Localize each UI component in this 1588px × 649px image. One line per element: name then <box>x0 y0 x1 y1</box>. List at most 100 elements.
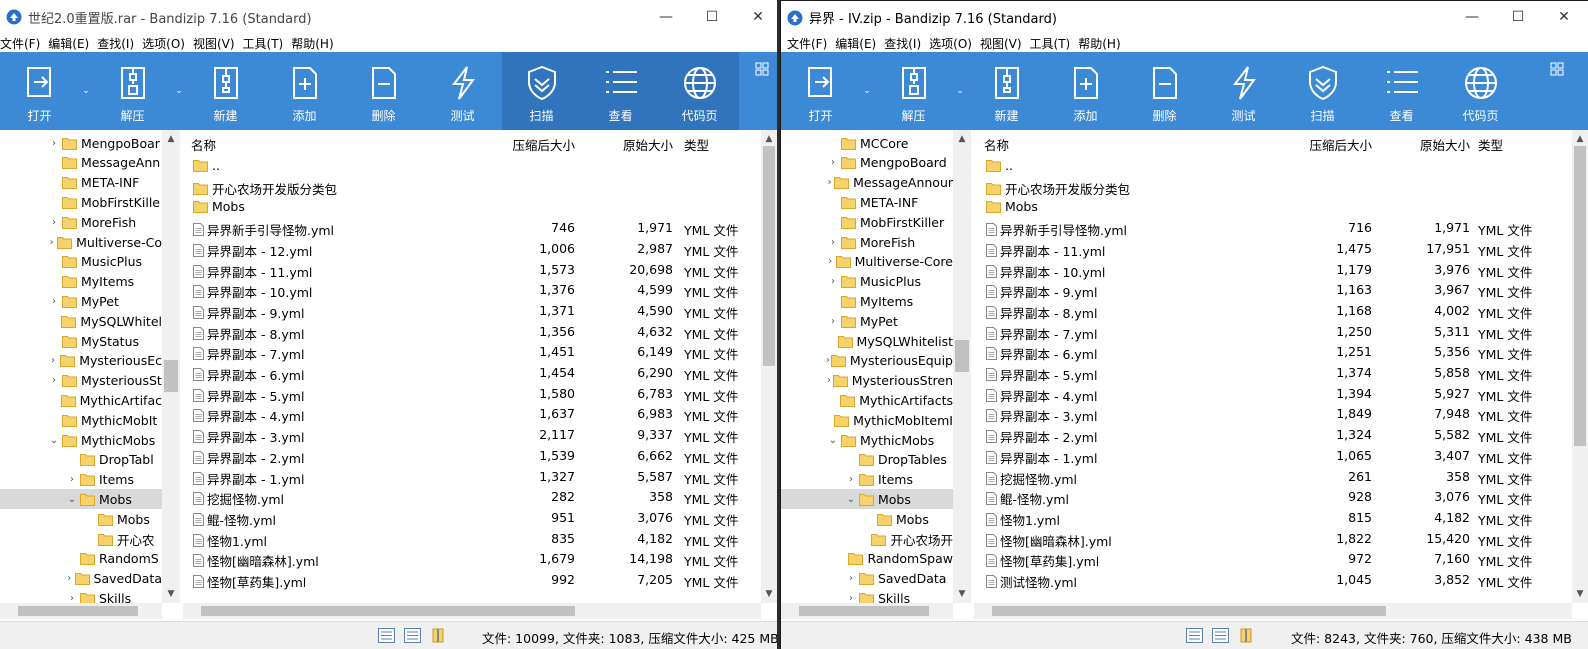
folder-row[interactable]: 开心农场开发版分类包 <box>183 177 777 198</box>
list-horizontal-scrollbar[interactable] <box>183 603 761 619</box>
scroll-up-icon[interactable]: ▲ <box>162 132 180 146</box>
tree-item[interactable]: 开心农场开 <box>781 529 953 549</box>
file-row[interactable]: 怪物1.yml 815 4,182 YML 文件 <box>974 508 1588 529</box>
toolbar-button-extract[interactable]: 解压 <box>874 52 953 130</box>
file-row[interactable]: 异界副本 - 12.yml 1,006 2,987 YML 文件 <box>183 239 777 260</box>
close-icon[interactable]: ✕ <box>735 0 777 34</box>
column-type-header[interactable]: 类型 <box>684 135 709 154</box>
scroll-thumb[interactable] <box>164 360 178 392</box>
tree-item[interactable]: MessageAnn <box>0 153 162 173</box>
file-row[interactable]: 异界副本 - 8.yml 1,168 4,002 YML 文件 <box>974 301 1588 322</box>
file-row[interactable]: 怪物[草药集].yml 992 7,205 YML 文件 <box>183 570 777 591</box>
tree-item[interactable]: MobFirstKille <box>0 192 162 212</box>
tree-item[interactable]: › MyPet <box>781 311 953 331</box>
chevron-right-icon[interactable]: › <box>825 157 841 168</box>
file-row[interactable]: 异界副本 - 1.yml 1,065 3,407 YML 文件 <box>974 446 1588 467</box>
file-row[interactable]: 异界副本 - 1.yml 1,327 5,587 YML 文件 <box>183 467 777 488</box>
column-type-header[interactable]: 类型 <box>1478 135 1503 154</box>
chevron-right-icon[interactable]: › <box>825 316 841 327</box>
file-row[interactable]: 怪物[幽暗森林].yml 1,822 15,420 YML 文件 <box>974 529 1588 550</box>
chevron-right-icon[interactable]: › <box>825 276 841 287</box>
tree-item[interactable]: DropTables <box>781 450 953 470</box>
toolbar-button-codepage-globe[interactable]: 代码页 <box>660 52 739 130</box>
file-row[interactable]: 异界副本 - 9.yml 1,371 4,590 YML 文件 <box>183 301 777 322</box>
toolbar-button-new-archive[interactable]: 新建 <box>967 52 1046 130</box>
file-row[interactable]: 异界副本 - 6.yml 1,454 6,290 YML 文件 <box>183 363 777 384</box>
maximize-icon[interactable]: ☐ <box>1495 0 1541 34</box>
chevron-right-icon[interactable]: › <box>64 474 80 485</box>
file-row[interactable]: 测试怪物.yml 1,045 3,852 YML 文件 <box>974 570 1588 591</box>
tree-item[interactable]: MyStatus <box>0 331 162 351</box>
file-row[interactable]: 异界副本 - 3.yml 1,849 7,948 YML 文件 <box>974 404 1588 425</box>
chevron-right-icon[interactable]: › <box>825 177 834 188</box>
file-row[interactable]: 异界副本 - 5.yml 1,374 5,858 YML 文件 <box>974 363 1588 384</box>
file-row[interactable]: 异界副本 - 11.yml 1,573 20,698 YML 文件 <box>183 260 777 281</box>
file-row[interactable]: 异界副本 - 8.yml 1,356 4,632 YML 文件 <box>183 322 777 343</box>
chevron-down-icon[interactable]: ⌄ <box>843 494 859 505</box>
scroll-down-icon[interactable]: ▼ <box>1572 587 1588 601</box>
chevron-right-icon[interactable]: › <box>825 256 836 267</box>
maximize-icon[interactable]: ☐ <box>689 0 735 34</box>
tree-item[interactable]: › Multiverse-Co <box>0 232 162 252</box>
tree-item[interactable]: › Multiverse-Core <box>781 252 953 272</box>
tree-item[interactable]: › MengpoBoard <box>781 153 953 173</box>
file-row[interactable]: 异界副本 - 4.yml 1,637 6,983 YML 文件 <box>183 404 777 425</box>
toolbar-button-add-file[interactable]: 添加 <box>1046 52 1125 130</box>
tree-item[interactable]: MCCore <box>781 133 953 153</box>
toolbar-button-view-list[interactable]: 查看 <box>1362 52 1441 130</box>
tree-item[interactable]: Mobs <box>0 509 162 529</box>
chevron-right-icon[interactable]: › <box>46 355 60 366</box>
file-row[interactable]: 异界副本 - 6.yml 1,251 5,356 YML 文件 <box>974 342 1588 363</box>
menu-item[interactable]: 选项(O) <box>142 35 185 52</box>
scroll-thumb[interactable] <box>1574 146 1586 446</box>
tree-item[interactable]: › MysteriousStren <box>781 371 953 391</box>
tree-horizontal-scrollbar[interactable] <box>0 603 162 619</box>
toolbar-button-scan-shield[interactable]: 扫描 <box>502 52 581 130</box>
tree-item[interactable]: › MysteriousSt <box>0 371 162 391</box>
folder-row[interactable]: 开心农场开发版分类包 <box>974 177 1588 198</box>
file-row[interactable]: 异界新手引导怪物.yml 746 1,971 YML 文件 <box>183 218 777 239</box>
file-row[interactable]: 异界副本 - 3.yml 2,117 9,337 YML 文件 <box>183 425 777 446</box>
chevron-right-icon[interactable]: › <box>46 237 57 248</box>
layout-grid-icon[interactable] <box>1550 62 1564 76</box>
file-row[interactable]: 怪物1.yml 835 4,182 YML 文件 <box>183 529 777 550</box>
tree-item[interactable]: DropTabl <box>0 450 162 470</box>
list-vertical-scrollbar[interactable]: ▲ ▼ <box>1572 130 1588 603</box>
file-row[interactable]: 异界副本 - 2.yml 1,324 5,582 YML 文件 <box>974 425 1588 446</box>
file-row[interactable]: 异界副本 - 2.yml 1,539 6,662 YML 文件 <box>183 446 777 467</box>
column-name-header[interactable]: 名称 <box>984 135 1009 154</box>
chevron-down-icon[interactable]: ⌄ <box>825 435 841 446</box>
folder-row[interactable]: Mobs <box>974 197 1588 218</box>
file-row[interactable]: 鲲-怪物.yml 951 3,076 YML 文件 <box>183 508 777 529</box>
tree-item[interactable]: ⌄ MythicMobs <box>0 430 162 450</box>
scroll-thumb[interactable] <box>955 340 969 372</box>
scroll-thumb[interactable] <box>992 606 1386 616</box>
menu-item[interactable]: 工具(T) <box>243 35 284 52</box>
file-row[interactable]: 异界副本 - 4.yml 1,394 5,927 YML 文件 <box>974 384 1588 405</box>
chevron-right-icon[interactable]: › <box>46 217 62 228</box>
tree-item[interactable]: › SavedData <box>0 569 162 589</box>
toolbar-button-delete-file[interactable]: 删除 <box>1125 52 1204 130</box>
chevron-right-icon[interactable]: › <box>46 138 62 149</box>
minimize-icon[interactable]: — <box>643 0 689 34</box>
dropdown-arrow-icon[interactable]: ⌄ <box>172 52 186 130</box>
menu-item[interactable]: 视图(V) <box>193 35 235 52</box>
details-view-icon[interactable] <box>1186 628 1203 643</box>
toolbar-button-open[interactable]: 打开 <box>0 52 79 130</box>
chevron-right-icon[interactable]: › <box>825 375 833 386</box>
tree-item[interactable]: › MysteriousEquip <box>781 351 953 371</box>
tree-item[interactable]: MySQLWhitelist <box>781 331 953 351</box>
tree-item[interactable]: › MessageAnnour <box>781 173 953 193</box>
dropdown-arrow-icon[interactable]: ⌄ <box>79 52 93 130</box>
list-view-icon[interactable] <box>404 628 421 643</box>
chevron-down-icon[interactable]: ⌄ <box>46 435 62 446</box>
tree-item[interactable]: › MyPet <box>0 291 162 311</box>
minimize-icon[interactable]: — <box>1449 0 1495 34</box>
tree-item[interactable]: › Items <box>781 470 953 490</box>
column-packed-size-header[interactable]: 压缩后大小 <box>1309 135 1372 154</box>
tree-item[interactable]: 开心农 <box>0 529 162 549</box>
tree-item[interactable]: › MusicPlus <box>781 272 953 292</box>
toolbar-button-extract[interactable]: 解压 <box>93 52 172 130</box>
chevron-right-icon[interactable]: › <box>825 237 841 248</box>
tree-item[interactable]: MobFirstKiller <box>781 212 953 232</box>
